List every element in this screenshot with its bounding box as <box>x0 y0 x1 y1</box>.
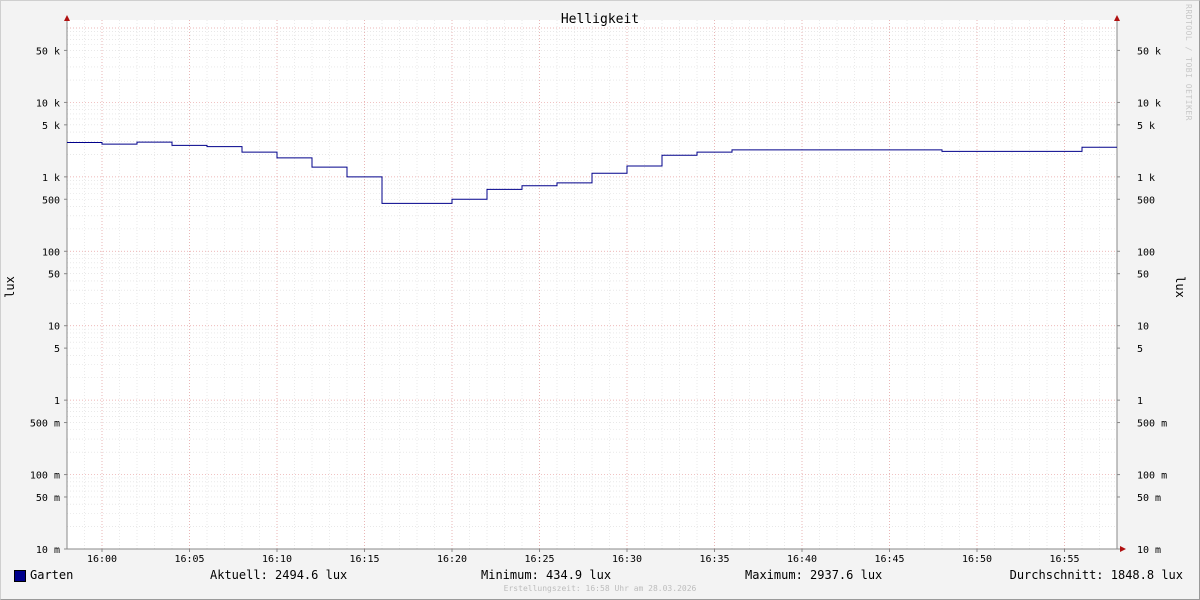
x-tick-label: 16:35 <box>699 554 729 565</box>
x-axis-arrow <box>1120 546 1126 552</box>
y-tick-label-left: 10 k <box>36 98 60 109</box>
y-tick-label-right: 5 <box>1137 344 1143 355</box>
y-tick-label-left: 1 k <box>42 173 60 184</box>
y-tick-label-right: 1 k <box>1137 173 1155 184</box>
y-tick-label-left: 1 <box>54 396 60 407</box>
y-tick-label-left: 500 m <box>30 419 60 430</box>
x-tick-label: 16:55 <box>1049 554 1079 565</box>
x-tick-label: 16:40 <box>787 554 817 565</box>
y-tick-label-right: 5 k <box>1137 121 1155 132</box>
x-tick-label: 16:20 <box>437 554 467 565</box>
y-axis-label-right: lux <box>1173 276 1187 298</box>
legend-average: Durchschnitt: 1848.8 lux <box>1009 568 1183 582</box>
y-tick-label-right: 50 <box>1137 270 1149 281</box>
y-tick-label-right: 10 k <box>1137 98 1161 109</box>
right-axis-arrow <box>1114 15 1120 21</box>
creation-time: Erstellungszeit: 16:58 Uhr am 28.03.2026 <box>503 584 697 593</box>
y-tick-label-right: 500 m <box>1137 419 1167 430</box>
left-axis-arrow <box>64 15 70 21</box>
y-tick-label-left: 100 m <box>30 471 60 482</box>
x-tick-label: 16:00 <box>87 554 117 565</box>
y-tick-label-right: 100 <box>1137 247 1155 258</box>
y-tick-label-right: 50 k <box>1137 46 1161 57</box>
y-tick-label-left: 5 <box>54 344 60 355</box>
y-tick-label-left: 5 k <box>42 121 60 132</box>
x-tick-label: 16:25 <box>524 554 554 565</box>
x-tick-label: 16:15 <box>349 554 379 565</box>
legend: Garten Aktuell: 2494.6 lux Minimum: 434.… <box>0 566 1200 584</box>
x-tick-label: 16:50 <box>962 554 992 565</box>
minor-grid <box>66 20 1118 549</box>
legend-swatch <box>14 570 26 582</box>
y-tick-label-right: 100 m <box>1137 471 1167 482</box>
brightness-chart: 50 k 10 k 5 k 1 k 500 100 50 10 5 1 500 m 100 m 50 m… <box>3 12 1187 565</box>
y-tick-label-right: 50 m <box>1137 493 1161 504</box>
x-tick-label: 16:30 <box>612 554 642 565</box>
legend-maximum: Maximum: 2937.6 lux <box>745 568 883 582</box>
chart-title: Helligkeit <box>561 12 639 27</box>
x-tick-label: 16:05 <box>174 554 204 565</box>
y-tick-label-right: 10 m <box>1137 545 1161 556</box>
y-ticks-right: 50 k 10 k 5 k 1 k 500 100 50 10 5 1 500 m 100 m 50 m… <box>1117 46 1167 556</box>
legend-series-name: Garten <box>30 568 74 582</box>
x-tick-label: 16:10 <box>262 554 292 565</box>
legend-minimum: Minimum: 434.9 lux <box>481 568 612 582</box>
x-ticks: 16:00 16:05 16:10 16:15 16:20 16:25 16:30 16:35… <box>87 549 1080 565</box>
y-tick-label-left: 100 <box>42 247 60 258</box>
y-tick-label-left: 50 k <box>36 46 60 57</box>
y-tick-label-left: 50 <box>48 270 60 281</box>
y-tick-label-left: 500 <box>42 195 60 206</box>
y-axis-label-left: lux <box>3 276 17 298</box>
y-tick-label-left: 50 m <box>36 493 60 504</box>
y-tick-label-left: 10 m <box>36 545 60 556</box>
y-tick-label-right: 500 <box>1137 195 1155 206</box>
y-ticks-left: 50 k 10 k 5 k 1 k 500 100 50 10 5 1 500 m 100 m 50 m… <box>30 46 67 556</box>
legend-current: Aktuell: 2494.6 lux <box>210 568 348 582</box>
y-tick-label-right: 1 <box>1137 396 1143 407</box>
rrdtool-credit: RRDTOOL / TOBI OETIKER <box>1184 4 1193 121</box>
x-tick-label: 16:45 <box>874 554 904 565</box>
y-tick-label-right: 10 <box>1137 322 1149 333</box>
y-tick-label-left: 10 <box>48 322 60 333</box>
